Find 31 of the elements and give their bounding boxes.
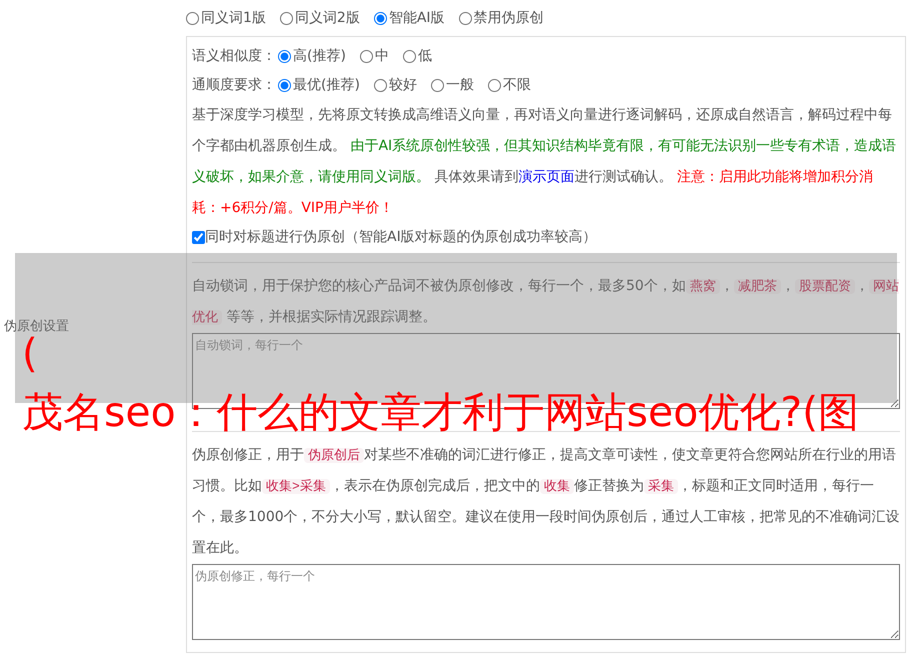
radio-button[interactable] xyxy=(488,79,501,92)
ai-description: 基于深度学习模型，先将原文转换成高维语义向量，再对语义向量进行逐词解码，还原成自然语言，解码过程中每个字都由机器原创生成。 由于AI系统原创性较强，但其知识结构毕竟有限，有可能无法识别一些专有术语，造成语义破坏，如果介意，请使用同义词版。 具体效果请到演示页面进行测试确认。 注意：启用此功能将增加积分消耗：+6积分/篇。VIP用户半价！ xyxy=(192,106,898,218)
radio-button[interactable] xyxy=(374,79,387,92)
radio-label[interactable]: 不限 xyxy=(502,75,531,96)
correction-description: 伪原创修正，用于 伪原创后 对某些不准确的词汇进行修正，提高文章可读性，使文章更符合您网站所在行业的用语习惯。比如 收集>采集 ，表示在伪原创完成后，把文中的 收集 修正替换为 采集 ，标题和正文同时适用，每行一个，最多1000个，不分大小写，默认留空。建议在使用一段时间伪原创后，通过人工审核，把常见的不准确词汇设置在此。 xyxy=(192,446,900,558)
radio-button[interactable] xyxy=(280,12,293,24)
demo-link[interactable]: 演示页面 xyxy=(518,169,574,185)
radio-button[interactable] xyxy=(430,79,444,92)
radio-label[interactable]: 高(推荐) xyxy=(293,46,346,67)
radio-button[interactable] xyxy=(186,12,199,24)
radio-label[interactable]: 一般 xyxy=(446,75,474,96)
radio-label[interactable]: 禁用伪原创 xyxy=(474,8,544,28)
lock-words-description: 自动锁词，用于保护您的核心产品词不被伪原创修改，每行一个，最多50个，如 燕窝 ， 减肥茶 ， 股票配资 ， 网站优化 等等，并根据实际情况跟踪调整。 xyxy=(192,277,900,327)
field-label: 语义相似度： xyxy=(192,47,276,66)
radio-button[interactable] xyxy=(278,79,291,92)
radio-button[interactable] xyxy=(360,50,373,63)
radio-label[interactable]: 较好 xyxy=(388,75,417,96)
radio-label[interactable]: 智能AI版 xyxy=(388,8,445,28)
correction-field[interactable]: 伪原创修正，每行一个 xyxy=(192,564,900,640)
radio-button[interactable] xyxy=(278,50,291,63)
checkbox-label[interactable]: 同时对标题进行伪原创（智能AI版对标题的伪原创成功率较高） xyxy=(205,226,597,248)
radio-label[interactable]: 同义词1版 xyxy=(201,8,266,28)
radio-button[interactable] xyxy=(458,12,472,24)
radio-button[interactable] xyxy=(374,12,387,24)
radio-label[interactable]: 低 xyxy=(418,46,432,67)
field-label: 通顺度要求： xyxy=(192,76,276,95)
radio-label[interactable]: 最优(推荐) xyxy=(293,75,360,96)
radio-button[interactable] xyxy=(402,50,416,63)
radio-label[interactable]: 同义词2版 xyxy=(294,8,360,28)
title-checkbox[interactable] xyxy=(192,230,205,244)
radio-label[interactable]: 中 xyxy=(374,46,389,67)
